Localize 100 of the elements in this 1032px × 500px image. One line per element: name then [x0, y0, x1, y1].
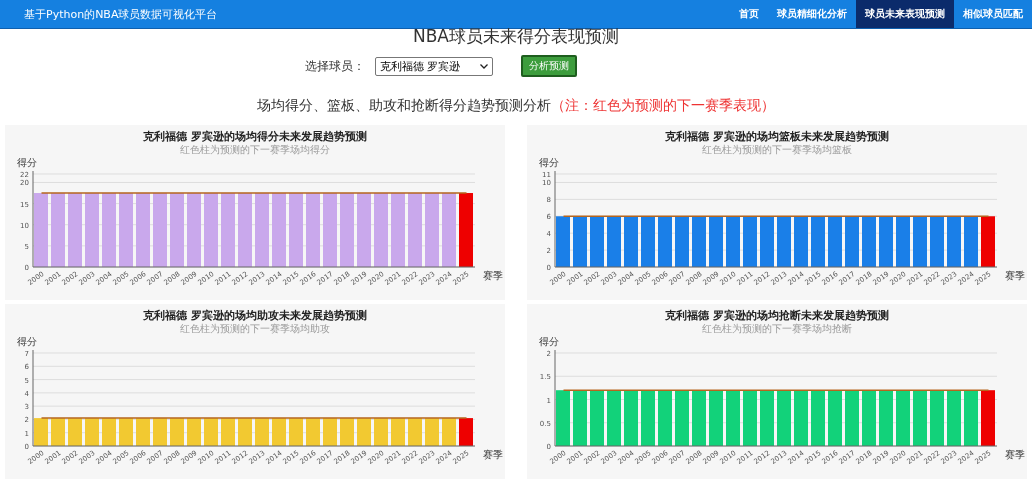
- bar: [357, 418, 371, 446]
- bar: [964, 216, 978, 267]
- bar: [743, 216, 757, 267]
- bar: [153, 418, 167, 446]
- bar: [947, 216, 961, 267]
- bar: [624, 390, 638, 446]
- axis-title: 赛季: [483, 449, 503, 460]
- bar: [170, 418, 184, 446]
- bar: [136, 418, 150, 446]
- bar: [238, 418, 252, 446]
- bar: [828, 390, 842, 446]
- bar: [692, 390, 706, 446]
- bar: [221, 418, 235, 446]
- axis-title: 得分: [539, 157, 559, 168]
- bar: [726, 216, 740, 267]
- bar: [675, 390, 689, 446]
- bar: [641, 216, 655, 267]
- nav-link[interactable]: 球员未来表现预测: [856, 0, 954, 28]
- bar: [590, 390, 604, 446]
- player-select[interactable]: 克利福德 罗宾逊: [375, 56, 493, 76]
- bar: [964, 390, 978, 446]
- bar: [289, 418, 303, 446]
- bar: [102, 418, 116, 446]
- axis-title: 赛季: [1005, 449, 1025, 460]
- nav-link[interactable]: 球员精细化分析: [768, 0, 856, 28]
- nav-link[interactable]: 相似球员匹配: [954, 0, 1032, 28]
- bar: [624, 216, 638, 267]
- page-title: NBA球员未来得分表现预测: [412, 25, 620, 47]
- bar: [556, 390, 570, 446]
- bar: [340, 418, 354, 446]
- bar: [726, 390, 740, 446]
- axis-title: 得分: [539, 336, 559, 347]
- bar: [590, 216, 604, 267]
- bar: [794, 216, 808, 267]
- bar: [51, 418, 65, 446]
- bar: [913, 390, 927, 446]
- bar: [845, 216, 859, 267]
- bar: [845, 390, 859, 446]
- bar: [408, 418, 422, 446]
- bar: [573, 390, 587, 446]
- bar: [658, 390, 672, 446]
- section-heading: 场均得分、篮板、助攻和抢断得分趋势预测分析: [257, 97, 551, 113]
- bar: [34, 418, 48, 446]
- axis-title: 得分: [17, 336, 37, 347]
- nav-link[interactable]: 首页: [730, 0, 768, 28]
- bar: [306, 418, 320, 446]
- bar: [947, 390, 961, 446]
- bar: [119, 418, 133, 446]
- bar: [862, 216, 876, 267]
- bar: [794, 390, 808, 446]
- bar: [459, 418, 473, 446]
- bar: [204, 418, 218, 446]
- bar: [913, 216, 927, 267]
- bar: [442, 418, 456, 446]
- bar: [930, 216, 944, 267]
- bar: [374, 418, 388, 446]
- axis-title: 赛季: [483, 270, 503, 281]
- bar: [811, 390, 825, 446]
- bar: [981, 390, 995, 446]
- bar: [658, 216, 672, 267]
- caret-icon: [480, 63, 488, 69]
- analyze-button[interactable]: 分析预测: [521, 55, 577, 77]
- bar: [675, 216, 689, 267]
- bar: [709, 216, 723, 267]
- bar: [862, 390, 876, 446]
- bar: [692, 216, 706, 267]
- bar: [607, 216, 621, 267]
- bar: [709, 390, 723, 446]
- bar: [879, 390, 893, 446]
- bar: [930, 390, 944, 446]
- axis-title: 得分: [17, 157, 37, 168]
- site-title: 基于Python的NBA球员数据可视化平台: [24, 6, 218, 23]
- bar: [573, 216, 587, 267]
- bar: [760, 390, 774, 446]
- bar: [85, 418, 99, 446]
- bar: [760, 216, 774, 267]
- bar: [391, 418, 405, 446]
- bar: [777, 390, 791, 446]
- axis-title: 赛季: [1005, 270, 1025, 281]
- bar: [743, 390, 757, 446]
- bar: [811, 216, 825, 267]
- bar: [187, 418, 201, 446]
- bar: [879, 216, 893, 267]
- bar: [896, 216, 910, 267]
- field-label: 选择球员：: [305, 57, 365, 75]
- bar: [255, 418, 269, 446]
- chart-title: 克利福德 罗宾逊的场均篮板未来发展趋势预测: [665, 129, 889, 144]
- bar: [896, 390, 910, 446]
- bar: [323, 418, 337, 446]
- bar: [607, 390, 621, 446]
- bar: [556, 216, 570, 267]
- bar: [425, 418, 439, 446]
- bar: [272, 418, 286, 446]
- section-note: （注：红色为预测的下一赛季表现）: [551, 97, 775, 113]
- chart-title: 克利福德 罗宾逊的场均助攻未来发展趋势预测: [143, 308, 367, 323]
- bar: [981, 216, 995, 267]
- bar: [641, 390, 655, 446]
- chart-title: 克利福德 罗宾逊的场均抢断未来发展趋势预测: [665, 308, 889, 323]
- bar: [828, 216, 842, 267]
- bar: [68, 418, 82, 446]
